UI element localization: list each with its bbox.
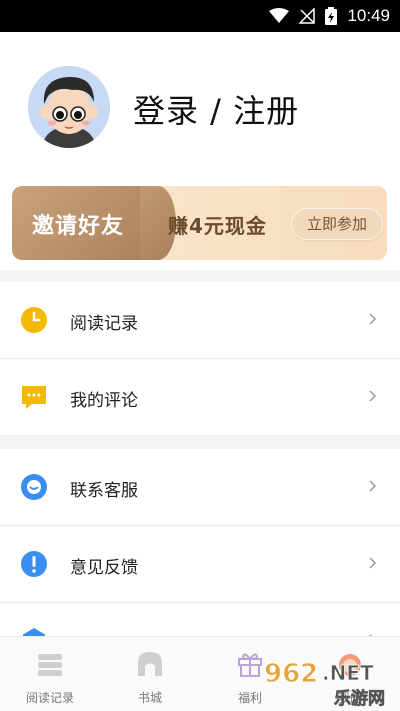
comment-icon <box>22 386 46 409</box>
login-register-link[interactable]: 登录 / 注册 <box>133 86 299 132</box>
chevron-right-icon <box>369 480 377 492</box>
menu-item-reading-history[interactable]: 阅读记录 <box>0 282 400 358</box>
status-bar: 10:49 <box>0 0 400 32</box>
chevron-right-icon <box>369 390 377 402</box>
svg-text:乐游网: 乐游网 <box>334 688 385 709</box>
avatar[interactable] <box>28 66 110 148</box>
nav-tab-bookstore[interactable]: 书城 <box>100 637 200 711</box>
customer-service-icon <box>21 474 47 500</box>
cartoon-avatar-icon <box>28 66 110 148</box>
banner-invite-text: 邀请好友 <box>32 214 125 239</box>
menu-item-label: 阅读记录 <box>70 314 138 334</box>
status-time: 10:49 <box>347 6 390 25</box>
gift-icon <box>238 653 262 677</box>
status-icons: 10:49 <box>269 0 390 32</box>
clock-icon <box>21 307 47 333</box>
chevron-right-icon <box>369 313 377 325</box>
watermark-logo-icon: 962 .NET 乐游网 <box>264 659 386 710</box>
battery-charging-icon <box>325 7 338 25</box>
join-now-button[interactable]: 立即参加 <box>291 208 383 240</box>
bookshelf-icon <box>38 654 62 676</box>
menu-item-label: 我的评论 <box>70 391 138 411</box>
profile-header: 登录 / 注册 <box>0 32 400 182</box>
svg-text:.NET: .NET <box>322 661 374 685</box>
nav-label: 书城 <box>137 691 162 705</box>
menu-item-my-comments[interactable]: 我的评论 <box>0 359 400 435</box>
no-signal-icon <box>299 8 316 24</box>
bookstore-icon <box>138 652 162 676</box>
wifi-icon <box>269 8 290 23</box>
menu-item-label: 联系客服 <box>70 481 138 501</box>
svg-text:962: 962 <box>264 659 318 689</box>
banner-earn-text: 赚4元现金 <box>168 214 267 238</box>
invite-banner[interactable]: 邀请好友 赚4元现金 立即参加 <box>12 186 387 260</box>
section-separator <box>0 270 400 282</box>
nav-tab-reading-history[interactable]: 阅读记录 <box>0 637 100 711</box>
menu-item-feedback[interactable]: 意见反馈 <box>0 526 400 602</box>
section-separator <box>0 435 400 449</box>
site-watermark: 962 .NET 乐游网 <box>262 650 400 710</box>
menu-item-customer-service[interactable]: 联系客服 <box>0 449 400 525</box>
menu-item-label: 意见反馈 <box>70 558 138 578</box>
feedback-icon <box>21 551 47 577</box>
nav-label: 阅读记录 <box>25 691 74 705</box>
chevron-right-icon <box>369 557 377 569</box>
